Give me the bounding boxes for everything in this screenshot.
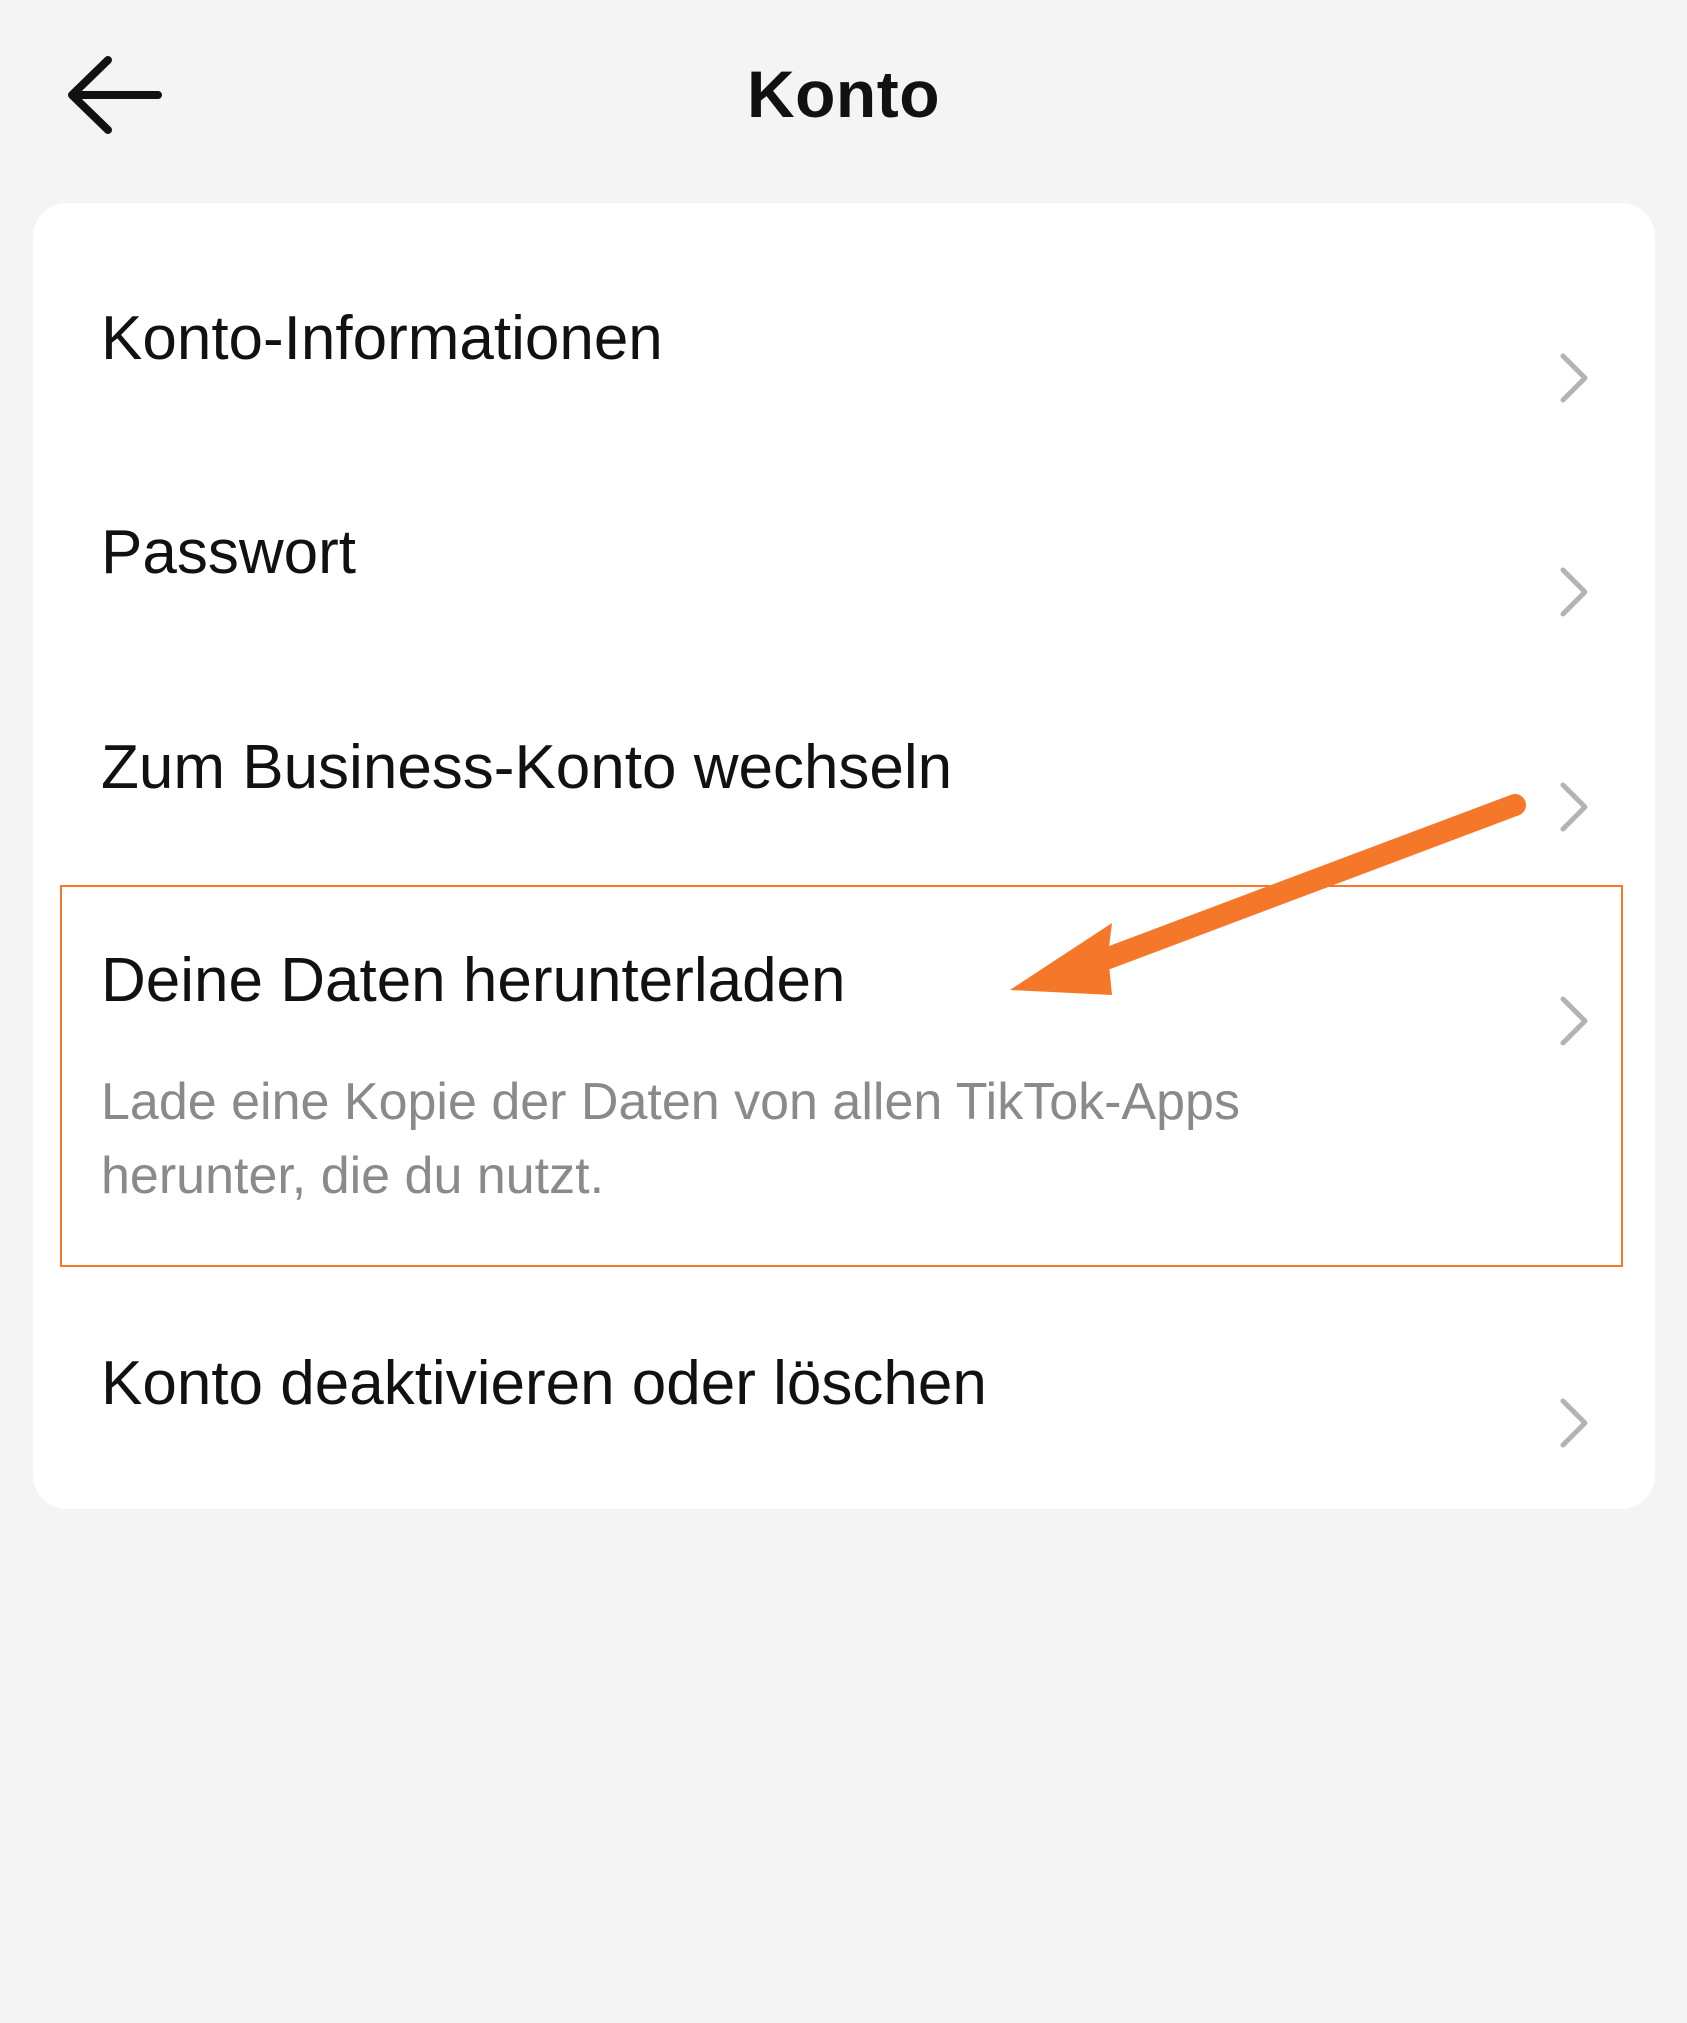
settings-item-label: Passwort — [101, 518, 356, 587]
settings-card: Konto-Informationen Passwort Zum Busines… — [33, 203, 1655, 1509]
settings-item-download-data[interactable]: Deine Daten herunterladen Lade eine Kopi… — [33, 885, 1655, 1267]
settings-item-label: Konto-Informationen — [101, 304, 663, 373]
settings-item-business-account[interactable]: Zum Business-Konto wechseln — [33, 673, 1655, 863]
chevron-right-icon — [1557, 779, 1591, 835]
settings-item-label: Konto deaktivieren oder löschen — [101, 1349, 987, 1418]
chevron-right-icon — [1557, 564, 1591, 620]
settings-item-account-info[interactable]: Konto-Informationen — [33, 243, 1655, 433]
settings-item-label: Deine Daten herunterladen — [101, 946, 846, 1015]
chevron-right-icon — [1557, 1395, 1591, 1451]
settings-item-description: Lade eine Kopie der Daten von allen TikT… — [101, 1073, 1240, 1205]
chevron-right-icon — [1557, 350, 1591, 406]
chevron-right-icon — [1557, 993, 1591, 1049]
settings-item-password[interactable]: Passwort — [33, 458, 1655, 648]
top-bar: Konto — [0, 0, 1687, 200]
settings-item-deactivate-delete[interactable]: Konto deaktivieren oder löschen — [33, 1288, 1655, 1478]
page-title: Konto — [746, 57, 941, 131]
settings-item-label: Zum Business-Konto wechseln — [101, 733, 953, 802]
